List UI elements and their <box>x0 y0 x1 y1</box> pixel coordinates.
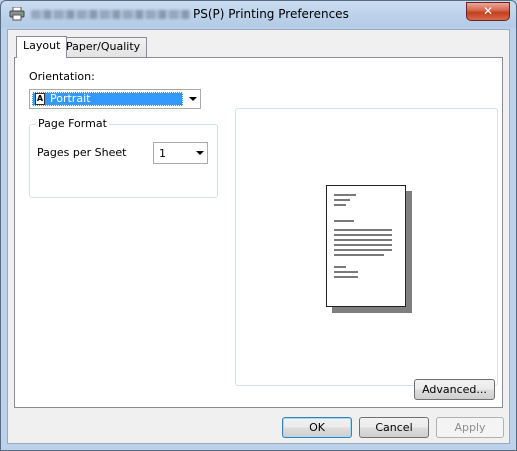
close-button[interactable]: ✕ <box>466 2 510 21</box>
close-icon: ✕ <box>482 4 494 18</box>
orientation-label: Orientation: <box>29 70 95 83</box>
printing-preferences-window: PS(P) Printing Preferences ✕ Layout Pape… <box>0 0 517 451</box>
page-preview-icon <box>326 185 406 307</box>
chevron-down-icon <box>196 151 204 155</box>
chevron-down-icon <box>189 97 197 101</box>
cancel-button[interactable]: Cancel <box>359 417 429 438</box>
apply-button[interactable]: Apply <box>436 417 504 438</box>
pages-per-sheet-value: 1 <box>159 147 166 160</box>
page-format-legend: Page Format <box>36 117 109 130</box>
orientation-selected: A Portrait <box>32 92 183 106</box>
window-title: PS(P) Printing Preferences <box>193 7 349 21</box>
dialog-client-area: Layout Paper/Quality Orientation: A Port… <box>7 29 510 444</box>
page-format-group: Page Format Pages per Sheet 1 <box>29 117 218 198</box>
portrait-icon: A <box>35 93 45 105</box>
obscured-printer-name <box>31 10 191 19</box>
advanced-button[interactable]: Advanced... <box>414 379 495 400</box>
orientation-dropdown[interactable]: A Portrait <box>29 89 201 109</box>
tab-layout[interactable]: Layout <box>16 36 68 58</box>
pages-per-sheet-dropdown[interactable]: 1 <box>153 142 208 164</box>
title-bar[interactable]: PS(P) Printing Preferences ✕ <box>1 1 516 28</box>
printer-icon <box>9 7 25 21</box>
tab-paper-quality[interactable]: Paper/Quality <box>59 37 148 57</box>
ok-button[interactable]: OK <box>282 417 352 438</box>
layout-preview <box>235 108 498 386</box>
layout-tab-panel: Orientation: A Portrait Page Format Page… <box>14 57 503 408</box>
orientation-value: Portrait <box>50 92 91 105</box>
pages-per-sheet-label: Pages per Sheet <box>37 146 127 159</box>
